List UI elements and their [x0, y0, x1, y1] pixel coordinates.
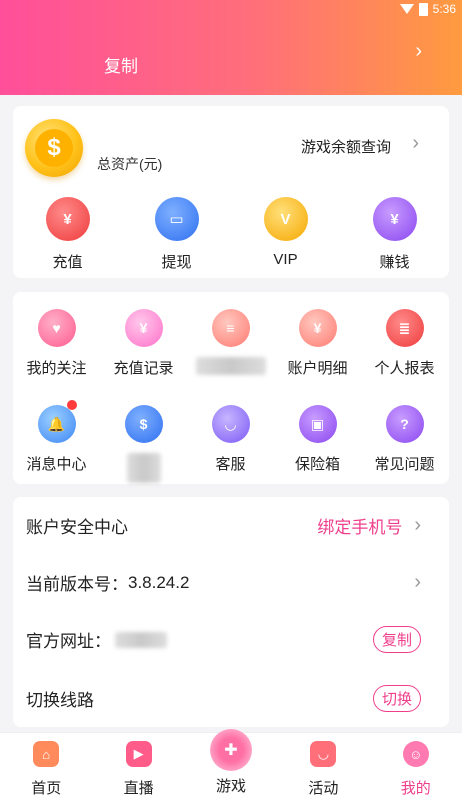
personal-report-button[interactable]: ≣ 个人报表: [361, 309, 448, 377]
security-center-row[interactable]: 账户安全中心 绑定手机号 ›: [13, 497, 449, 554]
notification-badge: [67, 400, 77, 410]
document-icon: ≡: [211, 309, 250, 347]
bind-phone-link[interactable]: 绑定手机号: [317, 513, 402, 538]
recharge-record-icon: ¥: [124, 309, 163, 347]
tab-live-label: 直播: [123, 780, 154, 797]
profile-icon: ☺: [402, 741, 429, 767]
copy-website-button[interactable]: 复制: [372, 626, 421, 653]
tab-activity-label: 活动: [308, 780, 339, 797]
quick-actions: ¥ 充值 ▭ 提现 V VIP ¥ 赚钱: [13, 197, 449, 271]
tab-home[interactable]: ⌂ 首页: [0, 733, 92, 798]
heart-icon: ♥: [37, 309, 76, 347]
copy-id-button[interactable]: 复制: [104, 52, 138, 77]
earn-label: 赚钱: [379, 254, 410, 271]
account-detail-button[interactable]: ¥ 账户明细: [274, 309, 361, 377]
vip-button[interactable]: V VIP: [231, 197, 340, 269]
security-center-label: 账户安全中心: [26, 518, 128, 537]
report-icon: ≣: [385, 309, 424, 347]
chip-icon: $: [124, 405, 163, 443]
version-value: 3.8.24.2: [128, 572, 190, 592]
personal-report-label: 个人报表: [374, 360, 435, 377]
blurred-feature-label: [195, 357, 266, 375]
vip-label: VIP: [273, 251, 298, 268]
game-balance-link[interactable]: 游戏余额查询: [301, 136, 391, 157]
feature-grid-row-1: ♥ 我的关注 ¥ 充值记录 ≡ ¥ 账户明细 ≣ 个人报表: [13, 309, 449, 377]
message-center-label: 消息中心: [26, 456, 87, 473]
tab-activity[interactable]: ◡ 活动: [277, 733, 369, 798]
withdraw-button[interactable]: ▭ 提现: [122, 197, 231, 271]
settings-card: 账户安全中心 绑定手机号 › 当前版本号： 3.8.24.2 › 官方网址： 复…: [13, 497, 449, 727]
money-bag-icon: ¥: [45, 197, 90, 241]
earn-icon: ¥: [372, 197, 417, 241]
feature-grid-row-2: 🔔 消息中心 $ ◡ 客服 ▣ 保险箱 ? 常见问题: [13, 405, 449, 483]
version-row[interactable]: 当前版本号： 3.8.24.2 ›: [13, 554, 449, 611]
withdraw-label: 提现: [161, 254, 192, 271]
wifi-icon: [399, 4, 414, 14]
battery-icon: [418, 2, 428, 16]
coin-icon: $: [25, 119, 83, 177]
tab-game-label: 游戏: [215, 778, 246, 795]
vip-icon: V: [263, 197, 308, 241]
website-value-redacted: [115, 631, 167, 648]
account-detail-label: 账户明细: [287, 360, 348, 377]
bell-icon: 🔔: [37, 405, 76, 443]
tab-mine-label: 我的: [400, 780, 431, 797]
balance-chevron-icon[interactable]: ›: [412, 132, 419, 155]
switch-line-row: 切换线路 切换: [13, 670, 449, 727]
safe-box-button[interactable]: ▣ 保险箱: [274, 405, 361, 473]
my-follows-button[interactable]: ♥ 我的关注: [13, 309, 100, 377]
tab-home-label: 首页: [31, 780, 62, 797]
switch-line-button[interactable]: 切换: [372, 685, 421, 712]
faq-button[interactable]: ? 常见问题: [361, 405, 448, 473]
version-label: 当前版本号：: [26, 575, 128, 594]
security-chevron-icon: ›: [414, 514, 421, 536]
my-follows-label: 我的关注: [26, 360, 87, 377]
live-icon: ▶: [125, 741, 152, 767]
recharge-button[interactable]: ¥ 充值: [13, 197, 122, 271]
message-center-button[interactable]: 🔔 消息中心: [13, 405, 100, 473]
tab-game[interactable]: ✚ 游戏: [185, 729, 277, 798]
version-chevron-icon: ›: [414, 571, 421, 593]
feature-grid-card: ♥ 我的关注 ¥ 充值记录 ≡ ¥ 账户明细 ≣ 个人报表 🔔 消息中心 $ ◡…: [13, 292, 449, 484]
header: 5:36 复制 ›: [0, 0, 462, 95]
total-assets-label: 总资产(元): [97, 156, 163, 172]
assets-card: $ 总资产(元) 游戏余额查询 › ¥ 充值 ▭ 提现 V VIP ¥ 赚钱: [13, 106, 449, 278]
status-bar: 5:36: [399, 2, 456, 16]
website-row: 官方网址： 复制: [13, 611, 449, 668]
website-label: 官方网址：: [26, 632, 111, 651]
safe-box-label: 保险箱: [294, 456, 340, 473]
activity-icon: ◡: [310, 741, 337, 767]
customer-service-button[interactable]: ◡ 客服: [187, 405, 274, 473]
account-detail-icon: ¥: [298, 309, 337, 347]
blurred-chip-button[interactable]: $: [100, 405, 187, 483]
gamepad-icon: ✚: [209, 729, 252, 771]
profile-chevron-icon[interactable]: ›: [415, 40, 422, 63]
headset-icon: ◡: [211, 405, 250, 443]
earn-button[interactable]: ¥ 赚钱: [340, 197, 449, 271]
recharge-record-label: 充值记录: [113, 360, 174, 377]
bottom-tab-bar: ⌂ 首页 ▶ 直播 ✚ 游戏 ◡ 活动 ☺ 我的: [0, 729, 462, 798]
tab-live[interactable]: ▶ 直播: [92, 733, 184, 798]
recharge-record-button[interactable]: ¥ 充值记录: [100, 309, 187, 377]
switch-line-label: 切换线路: [26, 691, 94, 710]
customer-service-label: 客服: [215, 456, 246, 473]
status-time: 5:36: [432, 2, 456, 16]
question-icon: ?: [385, 405, 424, 443]
home-icon: ⌂: [33, 741, 60, 767]
card-icon: ▭: [154, 197, 199, 241]
recharge-label: 充值: [52, 254, 83, 271]
blurred-chip-label: [126, 453, 161, 483]
safe-icon: ▣: [298, 405, 337, 443]
blurred-feature-button[interactable]: ≡: [187, 309, 274, 375]
tab-mine[interactable]: ☺ 我的: [370, 733, 462, 798]
faq-label: 常见问题: [374, 456, 435, 473]
